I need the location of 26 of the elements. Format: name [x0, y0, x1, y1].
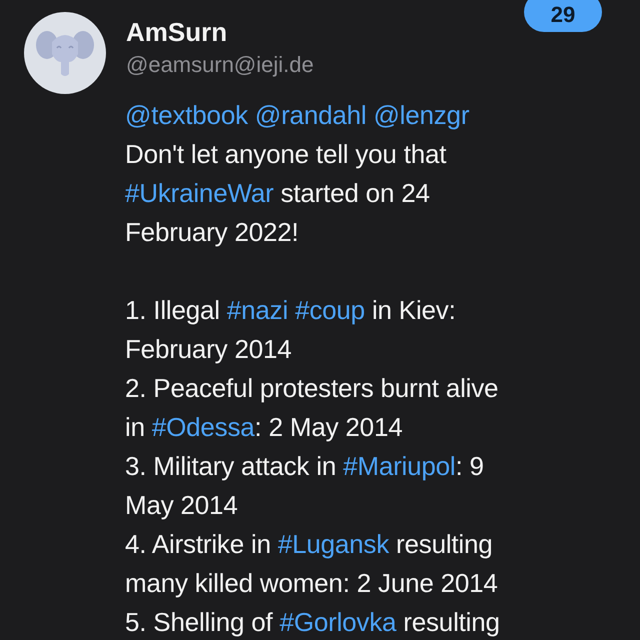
post-text: February 2014	[125, 333, 293, 366]
post-text: 5. Shelling of #Gorlovka resulting	[125, 606, 501, 639]
hashtag-link[interactable]: #Gorlovka	[280, 607, 396, 637]
count-badge: 29	[524, 0, 602, 32]
mention-link[interactable]: @lenzgr	[373, 100, 470, 130]
author-handle: @eamsurn@ieji.de	[126, 51, 314, 79]
mention-link[interactable]: @randahl	[254, 100, 374, 130]
hashtag-link[interactable]: #UkraineWar	[125, 178, 274, 208]
post-text: 2. Peaceful protesters burnt alive	[125, 372, 500, 405]
author-name[interactable]: AmSurn	[126, 16, 314, 48]
post-text: 3. Military attack in #Mariupol: 9	[125, 450, 485, 483]
hashtag-link[interactable]: #Lugansk	[278, 529, 390, 559]
post-text: in #Odessa: 2 May 2014	[125, 411, 404, 444]
elephant-icon	[36, 28, 94, 78]
post-text: May 2014	[125, 489, 239, 522]
hashtag-link[interactable]: #Odessa	[152, 412, 255, 442]
hashtag-link[interactable]: #Mariupol	[343, 451, 456, 481]
post-text: February 2022!	[125, 216, 300, 249]
hashtag-link[interactable]: #nazi	[226, 295, 288, 325]
post-text: #UkraineWar started on 24	[125, 177, 431, 210]
hashtag-link[interactable]: #coup	[288, 295, 365, 325]
post-text: 1. Illegal #nazi #coup in Kiev:	[125, 294, 457, 327]
mention-link[interactable]: @textbook	[125, 100, 255, 130]
post-text: many killed women: 2 June 2014	[125, 567, 499, 600]
post-text: 4. Airstrike in #Lugansk resulting	[125, 528, 494, 561]
post-text: Don't let anyone tell you that	[125, 138, 448, 171]
